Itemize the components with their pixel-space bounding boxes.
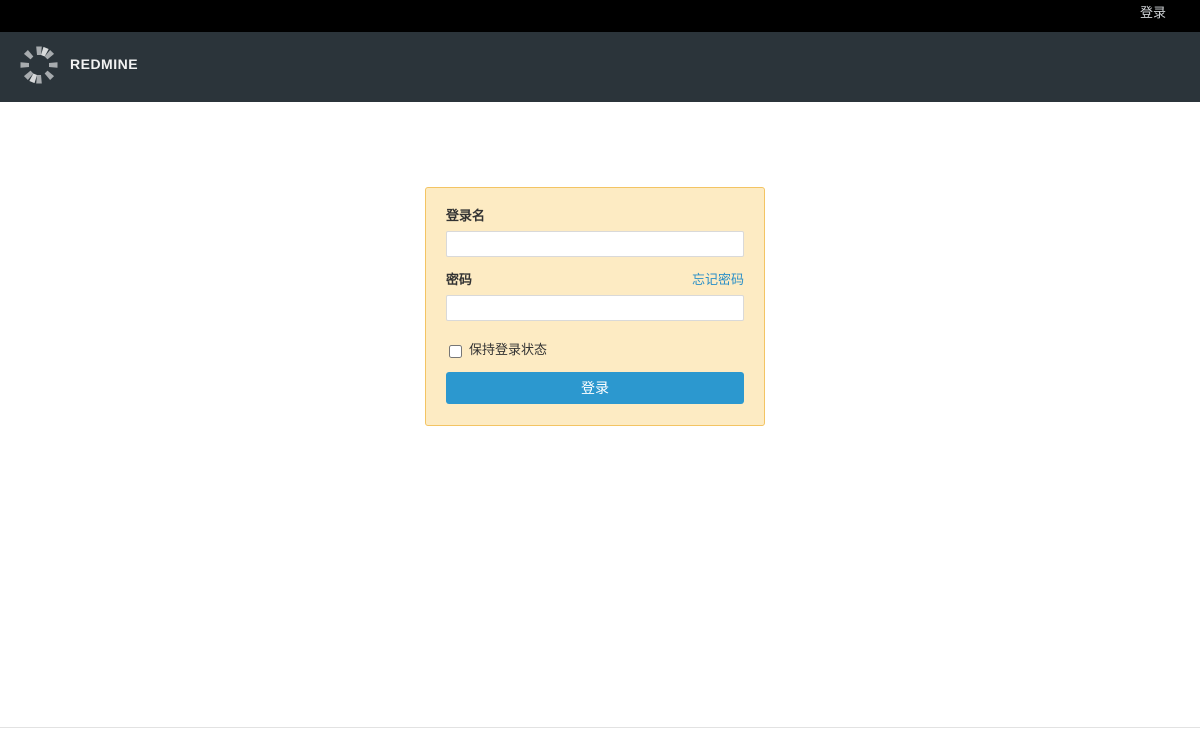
forgot-password-link[interactable]: 忘记密码 <box>692 273 744 289</box>
brand-name[interactable]: REDMINE <box>70 56 138 72</box>
login-button[interactable]: 登录 <box>446 372 744 404</box>
username-input[interactable] <box>446 231 744 257</box>
login-form: 登录名 密码 忘记密码 保持登录状态 登录 <box>425 187 765 426</box>
remember-me-label[interactable]: 保持登录状态 <box>469 343 547 359</box>
remember-me-checkbox[interactable] <box>449 344 462 358</box>
footer-divider <box>0 727 1200 728</box>
password-label: 密码 <box>446 273 473 288</box>
username-label: 登录名 <box>446 209 486 224</box>
password-input[interactable] <box>446 295 744 321</box>
header: REDMINE <box>0 32 1200 102</box>
redmine-logo-icon <box>20 46 58 84</box>
top-login-link[interactable]: 登录 <box>1140 6 1166 22</box>
remember-me-row: 保持登录状态 <box>449 342 547 360</box>
top-bar: 登录 <box>0 0 1200 32</box>
